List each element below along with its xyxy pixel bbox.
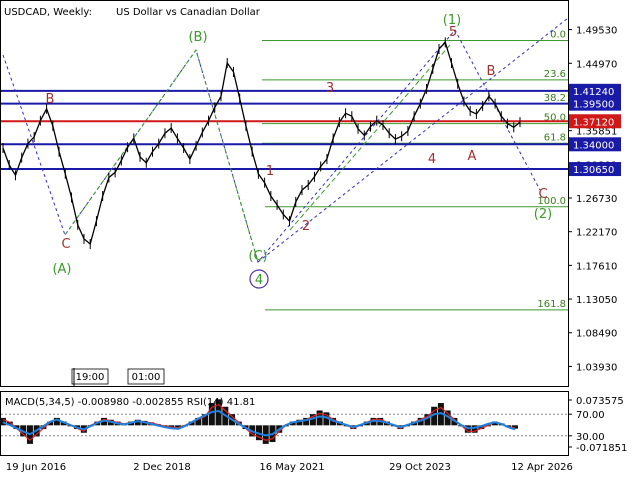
wave-label-red: 5	[449, 25, 457, 40]
price-tick-label: 1.44970	[576, 59, 617, 70]
time-marker-label: 19:00	[76, 372, 105, 383]
indicator-header: MACD(5,34,5) -0.008980 -0.002855 RSI(14)…	[5, 397, 255, 408]
wave-label-red: B	[487, 64, 496, 79]
chart: 0.023.638.250.061.8100.0161.8 (A)(B)(C)(…	[0, 0, 627, 473]
wave-label-red: 4	[428, 152, 436, 167]
wave-label-red: C	[61, 237, 70, 252]
date-label: 16 May 2021	[259, 462, 324, 473]
fib-label: 161.8	[537, 299, 566, 310]
price-tick-label: 1.08490	[576, 329, 617, 340]
level-badge-label: 1.39500	[573, 100, 614, 111]
price-tick-label: 1.26730	[576, 194, 617, 205]
price-axis: 1.540901.495301.449701.404101.358511.312…	[568, 0, 617, 373]
fib-label: 38.2	[544, 93, 566, 104]
indicator-scale-label: -0.071851	[576, 443, 627, 454]
wave-label-red: 1	[266, 164, 274, 179]
price-tick-label: 1.13050	[576, 295, 617, 306]
chart-title-description: US Dollar vs Canadian Dollar	[116, 7, 261, 18]
date-label: 12 Apr 2026	[511, 462, 573, 473]
wave-label-green: (A)	[52, 262, 71, 277]
fib-label: 61.8	[544, 132, 566, 143]
fib-label: 0.0	[550, 29, 566, 40]
chart-title-symbol: USDCAD, Weekly:	[4, 7, 92, 18]
price-tick-label: 1.17610	[576, 261, 617, 272]
price-tick-label: 1.03930	[576, 362, 617, 373]
wave-label-circle: 4	[255, 273, 263, 288]
wave-label-red: A	[468, 149, 477, 164]
price-tick-label: 1.54090	[576, 0, 617, 3]
level-badge-label: 1.30650	[573, 165, 614, 176]
indicator-scale-label: 0.073575	[576, 396, 624, 407]
level-badge-label: 1.37120	[573, 117, 614, 128]
price-tick-label: 1.22170	[576, 228, 617, 239]
level-badge-label: 1.41240	[573, 87, 614, 98]
wave-label-red: C	[538, 187, 547, 202]
wave-label-green: (B)	[188, 30, 207, 45]
date-label: 19 Jun 2016	[6, 462, 66, 473]
time-marker-label: 01:00	[132, 372, 161, 383]
fib-label: 23.6	[544, 69, 566, 80]
wave-label-green: (2)	[534, 207, 552, 222]
wave-label-green: (C)	[248, 249, 267, 264]
indicator-scale-label: 70.00	[576, 410, 605, 421]
level-badge-label: 1.34000	[573, 140, 614, 151]
wave-label-red: B	[46, 92, 55, 107]
wave-label-red: 2	[302, 219, 310, 234]
indicator-scale-label: 30.00	[576, 432, 605, 443]
wave-label-red: 3	[326, 81, 334, 96]
main-plot-frame	[0, 0, 569, 387]
price-tick-label: 1.35851	[576, 127, 617, 138]
price-tick-label: 1.49530	[576, 26, 617, 37]
date-label: 29 Oct 2023	[389, 462, 451, 473]
date-label: 2 Dec 2018	[133, 462, 191, 473]
